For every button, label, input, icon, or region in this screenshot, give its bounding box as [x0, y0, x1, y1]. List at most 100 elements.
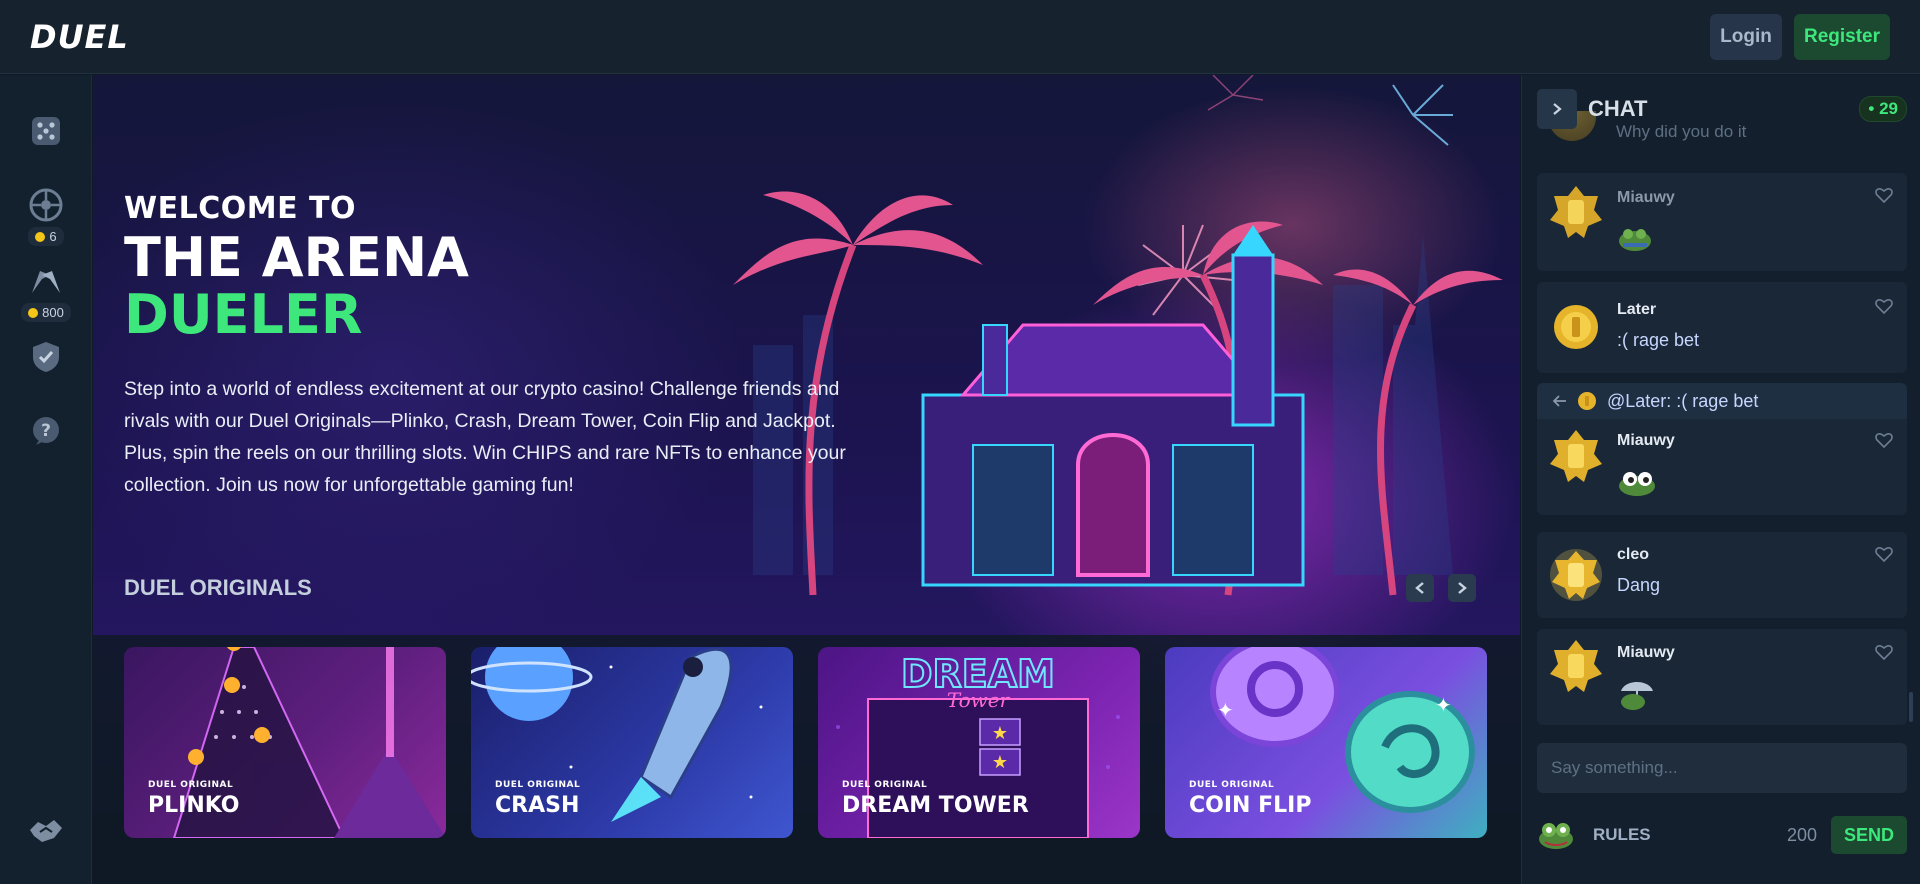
carousel-next-button[interactable]	[1448, 574, 1476, 602]
game-cards: DUEL ORIGINAL PLINKO DUEL ORIGINAL CRASH…	[124, 647, 1487, 838]
dice-icon	[28, 113, 64, 149]
game-card-plinko[interactable]: DUEL ORIGINAL PLINKO	[124, 647, 446, 838]
chat-message-text: :( rage bet	[1617, 330, 1700, 350]
chat-message: Miauwy	[1537, 419, 1907, 515]
nav-item-dice[interactable]	[0, 113, 92, 149]
online-count-badge: • 29	[1859, 96, 1907, 122]
heart-icon[interactable]	[1875, 432, 1893, 448]
card-title: CRASH	[495, 793, 580, 818]
frog-emote-icon	[1617, 469, 1657, 502]
hero-welcome: WELCOME TO	[124, 191, 356, 226]
carousel-prev-button[interactable]	[1406, 574, 1434, 602]
gold-badge-icon	[1550, 186, 1602, 238]
send-button[interactable]: SEND	[1831, 816, 1907, 854]
game-card-crash[interactable]: DUEL ORIGINAL CRASH	[471, 647, 793, 838]
wheel-badge: 6	[28, 227, 64, 246]
wheel-icon	[28, 187, 64, 223]
chevron-right-icon	[1553, 103, 1562, 115]
race-flags-icon	[28, 263, 64, 299]
gold-badge-icon	[1550, 430, 1602, 482]
chat-message: Miauwy	[1537, 173, 1907, 271]
hero-title: THE ARENA	[124, 226, 469, 289]
dream-tower-art-subtitle: Tower	[947, 688, 1011, 712]
chat-username[interactable]: Miauwy	[1617, 644, 1675, 662]
chevron-right-icon	[1458, 582, 1467, 594]
chat-message-text: Dang	[1617, 575, 1661, 595]
chat-header: CHAT • 29	[1537, 89, 1907, 129]
avatar[interactable]	[1547, 183, 1605, 241]
coin-icon	[28, 307, 39, 318]
avatar[interactable]	[1547, 298, 1605, 356]
card-subtitle: DUEL ORIGINAL	[148, 780, 234, 790]
heart-icon[interactable]	[1875, 644, 1893, 660]
chat-input[interactable]	[1537, 743, 1907, 793]
avatar[interactable]	[1547, 427, 1605, 485]
chat-username[interactable]: Miauwy	[1617, 432, 1675, 450]
star-icon: ★	[992, 723, 1008, 743]
card-subtitle: DUEL ORIGINAL	[842, 780, 928, 790]
hero-title-accent: DUELER	[124, 282, 363, 346]
hero-text: WELCOME TO THE ARENA DUELER Step into a …	[124, 191, 884, 501]
chat-username[interactable]: Later	[1617, 301, 1656, 319]
heart-icon[interactable]	[1875, 298, 1893, 314]
reply-text: @Later: :( rage bet	[1607, 390, 1759, 411]
avatar[interactable]	[1547, 546, 1605, 604]
sparkle-icon: ✦	[1217, 700, 1234, 722]
gold-badge-icon	[1550, 640, 1602, 692]
left-sidebar: 6 800 ?	[0, 75, 92, 884]
nav-item-help[interactable]: ?	[0, 413, 92, 449]
frog-umbrella-emote-icon	[1617, 677, 1657, 716]
main-content: WELCOME TO THE ARENA DUELER Step into a …	[93, 75, 1520, 884]
handshake-icon	[28, 813, 64, 849]
game-card-dream-tower[interactable]: DREAM Tower ★ ★ DUEL ORIGINAL DREAM TOWE…	[818, 647, 1140, 838]
nav-item-affiliate[interactable]	[0, 813, 92, 849]
wheel-badge-count: 6	[49, 229, 57, 244]
carousel-controls	[1406, 574, 1476, 602]
race-badge-count: 800	[42, 305, 64, 320]
duel-logo[interactable]: DUEL	[30, 18, 129, 56]
gold-badge-glow-icon	[1550, 549, 1602, 601]
frog-avatar-icon[interactable]	[1537, 820, 1575, 850]
chat-scrollbar[interactable]	[1909, 692, 1913, 722]
chat-collapse-button[interactable]	[1537, 89, 1577, 129]
race-badge: 800	[21, 303, 71, 322]
gold-coin-icon	[1554, 305, 1598, 349]
rules-link[interactable]: RULES	[1593, 825, 1651, 845]
nav-item-race[interactable]: 800	[0, 263, 92, 322]
chat-username[interactable]: Miauwy	[1617, 189, 1675, 207]
register-button[interactable]: Register	[1794, 13, 1890, 60]
card-title: PLINKO	[148, 793, 240, 818]
card-title: DREAM TOWER	[842, 793, 1029, 818]
svg-text:?: ?	[41, 421, 51, 441]
top-bar: DUEL Login Register	[0, 0, 1920, 74]
char-count: 200	[1786, 824, 1817, 845]
heart-icon[interactable]	[1875, 546, 1893, 562]
login-button[interactable]: Login	[1710, 13, 1782, 60]
chat-title: CHAT	[1588, 96, 1648, 121]
hero-description: Step into a world of endless excitement …	[124, 378, 846, 497]
nav-item-security[interactable]	[0, 339, 92, 375]
sparkle-icon: ✦	[1435, 695, 1452, 717]
chat-username[interactable]: cleo	[1617, 546, 1649, 564]
online-count: 29	[1879, 99, 1898, 118]
nav-item-wheel[interactable]: 6	[0, 187, 92, 246]
reply-quote[interactable]: @Later: :( rage bet	[1537, 383, 1907, 419]
reply-arrow-icon	[1553, 395, 1566, 407]
chevron-left-icon	[1415, 582, 1424, 594]
card-subtitle: DUEL ORIGINAL	[495, 780, 581, 790]
section-title: DUEL ORIGINALS	[124, 575, 312, 600]
game-card-coin-flip[interactable]: ✦ ✦ DUEL ORIGINAL COIN FLIP	[1165, 647, 1487, 838]
chat-footer: RULES 200 SEND	[1537, 815, 1907, 855]
coin-icon	[35, 231, 46, 242]
card-subtitle: DUEL ORIGINAL	[1189, 780, 1275, 790]
shield-icon	[28, 339, 64, 375]
chat-message: Later :( rage bet	[1537, 282, 1907, 373]
auth-actions: Login Register	[1710, 13, 1890, 60]
chat-message: cleo Dang	[1537, 532, 1907, 618]
heart-icon[interactable]	[1875, 187, 1893, 203]
chat-panel: Why did you do it CHAT • 29 Miauwy Later…	[1521, 75, 1920, 884]
avatar[interactable]	[1547, 637, 1605, 695]
help-chat-icon: ?	[28, 413, 64, 449]
star-icon: ★	[992, 752, 1008, 772]
frog-emote-icon	[1617, 225, 1653, 256]
